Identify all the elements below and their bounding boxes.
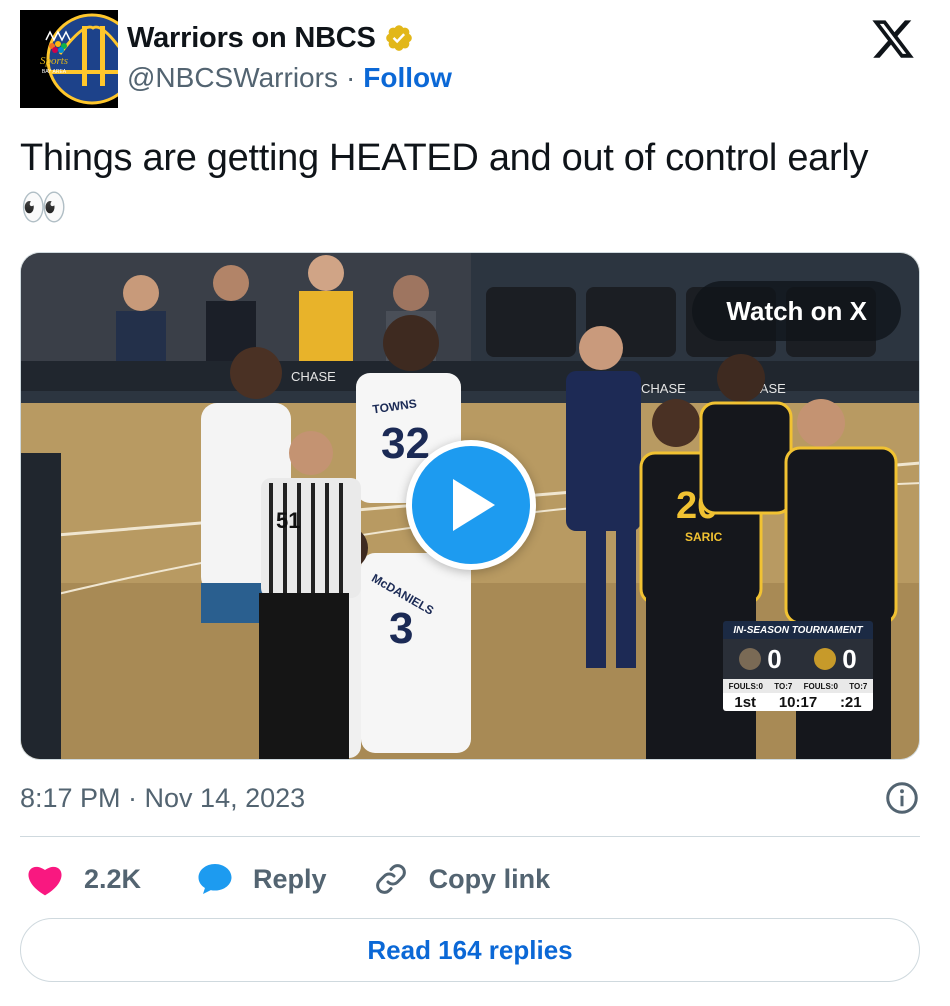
play-button[interactable] xyxy=(406,440,536,570)
quarter: 1st xyxy=(734,693,757,711)
game-scorebug: IN-SEASON TOURNAMENT 0 0 FOULS:0 TO:7 FO… xyxy=(723,621,873,711)
away-score: 0 xyxy=(767,643,782,674)
copy-link-label: Copy link xyxy=(428,863,551,894)
author-display-name[interactable]: Warriors on NBCS xyxy=(127,20,452,56)
play-icon xyxy=(453,479,495,531)
reply-label: Reply xyxy=(253,863,327,894)
link-icon xyxy=(375,864,406,894)
read-replies-button[interactable]: Read 164 replies xyxy=(20,918,920,982)
separator-dot: · xyxy=(345,62,356,93)
scorebug-scores: 0 0 xyxy=(723,639,873,679)
scorebug-clock: 1st 10:17 :21 xyxy=(723,693,873,711)
watch-on-x-button[interactable]: Watch on X xyxy=(692,281,901,341)
like-button[interactable]: 2.2K xyxy=(26,862,141,896)
warriors-logo-icon xyxy=(814,648,837,670)
eyes-emoji: 👀 xyxy=(20,187,68,229)
like-count: 2.2K xyxy=(84,863,142,894)
timberwolves-logo-icon xyxy=(739,648,762,670)
reply-bubble-icon xyxy=(198,864,232,894)
heart-icon xyxy=(28,866,62,896)
divider xyxy=(20,836,920,837)
display-name-text[interactable]: Warriors on NBCS xyxy=(127,20,376,56)
tweet-timestamp[interactable]: 8:17 PM · Nov 14, 2023 xyxy=(20,783,305,814)
tweet-body: Things are getting HEATED and out of con… xyxy=(20,137,869,179)
away-timeouts: TO:7 xyxy=(774,681,793,691)
video-player[interactable]: CHASE CHASE CHASE 32 TOWNS 3 McDANIELS 5… xyxy=(20,252,920,760)
author-names: Warriors on NBCS @NBCSWarriors · Follow xyxy=(127,20,452,96)
shot-clock: :21 xyxy=(839,693,862,711)
game-clock: 10:17 xyxy=(778,693,818,711)
x-logo-icon[interactable] xyxy=(870,16,916,62)
scorebug-title: IN-SEASON TOURNAMENT xyxy=(723,621,873,639)
tweet-header: Sports BAY AREA Warriors on NBCS @NBCSWa… xyxy=(20,10,930,110)
home-timeouts: TO:7 xyxy=(849,681,868,691)
home-score: 0 xyxy=(842,643,857,674)
author-handle[interactable]: @NBCSWarriors xyxy=(127,60,338,96)
svg-text:CHASE: CHASE xyxy=(291,369,336,384)
svg-text:CHASE: CHASE xyxy=(641,381,686,396)
svg-text:BAY AREA: BAY AREA xyxy=(42,69,67,75)
action-bar: 2.2K Reply Copy link xyxy=(20,856,550,902)
svg-text:Sports: Sports xyxy=(40,55,68,67)
svg-text:SARIC: SARIC xyxy=(685,530,723,544)
timestamp-row: 8:17 PM · Nov 14, 2023 xyxy=(20,778,920,818)
reply-button[interactable]: Reply xyxy=(197,862,327,896)
verified-badge-icon xyxy=(385,25,412,51)
svg-text:51: 51 xyxy=(276,508,300,533)
svg-text:3: 3 xyxy=(389,604,413,653)
author-handle-row: @NBCSWarriors · Follow xyxy=(127,60,452,96)
follow-button[interactable]: Follow xyxy=(363,60,452,96)
home-team: 0 xyxy=(814,643,857,675)
author-avatar[interactable]: Sports BAY AREA xyxy=(20,10,118,108)
info-icon[interactable] xyxy=(884,780,920,816)
copy-link-button[interactable]: Copy link xyxy=(373,861,551,897)
nbcs-warriors-logo: Sports BAY AREA xyxy=(20,10,118,108)
away-team: 0 xyxy=(739,643,782,675)
tweet-text: Things are getting HEATED and out of con… xyxy=(20,134,930,232)
home-fouls: FOULS:0 xyxy=(803,681,838,691)
away-fouls: FOULS:0 xyxy=(728,681,763,691)
scorebug-fouls: FOULS:0 TO:7 FOULS:0 TO:7 xyxy=(723,679,873,693)
